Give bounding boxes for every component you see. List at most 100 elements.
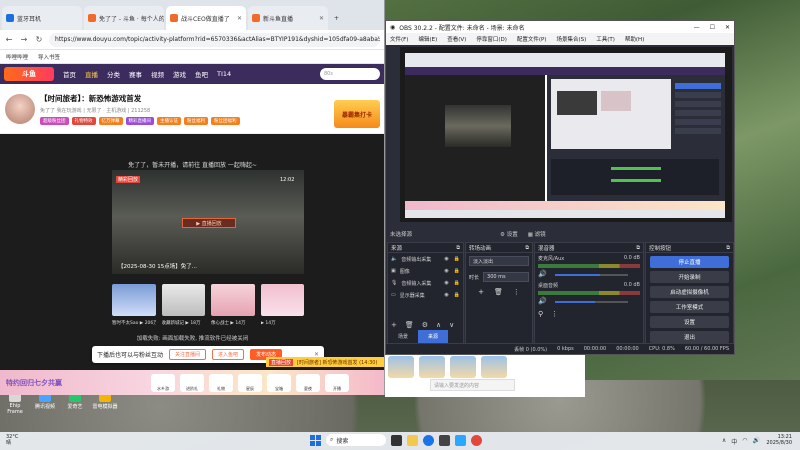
eye-icon[interactable]: ◉ [444, 280, 448, 286]
more-icon[interactable]: ⋮ [551, 310, 558, 318]
lock-icon[interactable]: 🔒 [454, 280, 460, 286]
room-badge[interactable]: 超级粉丝团 [40, 116, 69, 125]
site-search-input[interactable]: 80s [320, 68, 380, 80]
banner-item[interactable]: 进阶礼 [180, 373, 204, 392]
nav-events[interactable]: 赛事 [129, 69, 142, 79]
nav-video[interactable]: 视频 [151, 69, 164, 79]
volume-slider[interactable] [554, 273, 628, 276]
banner-item[interactable]: 夏夜 [296, 373, 320, 392]
menu-file[interactable]: 文件(F) [390, 35, 408, 43]
settings-button[interactable]: 设置 [650, 316, 729, 328]
banner-item[interactable]: 开播 [325, 373, 349, 392]
close-tab-icon[interactable]: ✕ [319, 15, 324, 22]
event-banner[interactable]: 特约回归七夕共赢 水乡游 进阶礼 礼物 星辰 宝箱 夏夜 开播 [0, 370, 384, 395]
more-icon[interactable]: ⋮ [513, 288, 520, 296]
source-item[interactable]: ▭ 显示器采集 ◉ 🔒 [388, 289, 463, 301]
room-badge[interactable]: 粉丝福利 [184, 116, 208, 125]
url-input[interactable]: https://www.douyu.com/topic/activity-pla… [49, 32, 380, 47]
browser-tab[interactable]: 新斗鱼直播 ✕ [248, 6, 328, 30]
gift-item[interactable] [419, 356, 445, 378]
eye-icon[interactable]: ◉ [444, 292, 448, 298]
chrome-icon[interactable] [423, 434, 434, 446]
trash-icon[interactable]: 🗑 [405, 321, 414, 329]
tab-scenes[interactable]: 场景 [388, 330, 418, 343]
source-item[interactable]: 🔈 音频输出采集 ◉ 🔒 [388, 253, 463, 265]
recommend-thumb[interactable] [260, 284, 304, 316]
nav-fishbar[interactable]: 鱼吧 [195, 69, 208, 79]
studio-mode-button[interactable]: 工作室模式 [650, 301, 729, 313]
file-explorer-icon[interactable] [407, 434, 418, 446]
menu-profile[interactable]: 配置文件(P) [517, 35, 547, 43]
tab-sources[interactable]: 来源 [418, 330, 448, 343]
replay-button[interactable]: ▶ 直播回放 [182, 218, 236, 228]
room-badge[interactable]: 亿万弹幕 [98, 116, 123, 125]
app-taskbar-icon[interactable] [455, 434, 466, 446]
browser-tab-active[interactable]: 战斗CEO做直播了 ✕ [166, 6, 246, 30]
room-badge[interactable]: 礼物特效 [71, 116, 96, 125]
replay-ticker[interactable]: 直播回放 [时间旅者] 新恐怖游戏首发 (14:30) [266, 357, 384, 367]
streamer-name[interactable]: 免了了 [40, 108, 55, 114]
menu-tools[interactable]: 工具(T) [596, 35, 615, 43]
taskbar-search[interactable]: ⌕ 搜索 [326, 434, 386, 446]
nav-home[interactable]: 首页 [63, 69, 76, 79]
start-icon[interactable] [310, 434, 321, 446]
netease-icon[interactable] [471, 434, 482, 446]
banner-item[interactable]: 礼物 [209, 373, 233, 392]
maximize-icon[interactable]: ☐ [710, 24, 715, 31]
minimize-icon[interactable]: — [694, 24, 700, 31]
weather-widget[interactable]: 32°C 晴 [6, 434, 18, 446]
filters-button[interactable]: ▦ 滤镜 [528, 230, 546, 238]
menu-docks[interactable]: 停靠窗口(D) [476, 35, 507, 43]
follow-button[interactable]: 关注直播间 [169, 349, 207, 360]
room-badge[interactable]: 粉丝团福利 [211, 116, 240, 125]
clock[interactable]: 13:21 2025/8/30 [766, 434, 792, 446]
banner-item[interactable]: 水乡游 [151, 373, 175, 392]
chat-input[interactable]: 请输入要发送的内容 [430, 379, 515, 391]
speaker-icon[interactable]: 🔊 [538, 270, 547, 278]
obs-preview[interactable] [400, 47, 732, 222]
properties-button[interactable]: ⚙ 设置 [500, 230, 518, 238]
exit-button[interactable]: 退出 [650, 331, 729, 343]
up-icon[interactable]: ∧ [436, 321, 441, 329]
banner-item[interactable]: 星辰 [238, 373, 262, 392]
menu-help[interactable]: 帮助(H) [625, 35, 644, 43]
start-recording-button[interactable]: 开始录制 [650, 271, 729, 283]
bookmark-item[interactable]: 导入书签 [38, 53, 60, 61]
lang-indicator[interactable]: 中 [731, 437, 737, 446]
dock-float-icon[interactable]: ⧉ [525, 245, 529, 251]
menu-view[interactable]: 查看(V) [447, 35, 466, 43]
stop-streaming-button[interactable]: 停止直播 [650, 256, 729, 268]
eye-icon[interactable]: ◉ [444, 268, 448, 274]
nav-games[interactable]: 游戏 [173, 69, 186, 79]
chevron-up-icon[interactable]: ∧ [722, 437, 726, 446]
room-badge[interactable]: 精彩直播间 [125, 116, 154, 125]
task-view-icon[interactable] [391, 434, 402, 446]
back-icon[interactable]: ← [4, 35, 14, 44]
lock-icon[interactable]: 🔒 [454, 268, 460, 274]
banner-item[interactable]: 宝箱 [267, 373, 291, 392]
fishbar-button[interactable]: 进入鱼吧 [212, 349, 245, 360]
source-item[interactable]: 🎙 音频输入采集 ◉ 🔒 [388, 277, 463, 289]
gift-item[interactable] [450, 356, 476, 378]
wifi-icon[interactable]: ◠ [742, 437, 747, 446]
room-badge[interactable]: 主播认证 [157, 116, 181, 125]
douyu-logo[interactable]: 斗鱼 [4, 67, 54, 81]
add-icon[interactable]: + [478, 288, 484, 296]
recommend-thumb[interactable] [161, 284, 205, 316]
gift-item[interactable] [388, 356, 414, 378]
browser-tab[interactable]: 免了了 - 斗鱼 · 每个人的...✕ [84, 6, 164, 30]
replay-video[interactable]: ▶ 直播回放 [112, 170, 304, 274]
obs-taskbar-icon[interactable] [439, 434, 450, 446]
browser-tab[interactable]: 蓝牙耳机 [2, 6, 82, 30]
add-icon[interactable]: + [391, 321, 397, 329]
menu-scene-collection[interactable]: 场景集合(S) [556, 35, 586, 43]
close-icon[interactable]: ✕ [725, 24, 730, 31]
new-tab-button[interactable]: + [330, 6, 344, 30]
dock-float-icon[interactable]: ⧉ [726, 245, 730, 251]
lock-icon[interactable]: 🔒 [454, 256, 460, 262]
virtual-camera-button[interactable]: 启动虚拟摄像机 [650, 286, 729, 298]
eye-icon[interactable]: ◉ [444, 256, 448, 262]
bookmark-item[interactable]: 哔哩哔哩 [6, 53, 28, 61]
dock-float-icon[interactable]: ⧉ [456, 245, 460, 251]
duration-input[interactable]: 300 ms [483, 272, 529, 282]
